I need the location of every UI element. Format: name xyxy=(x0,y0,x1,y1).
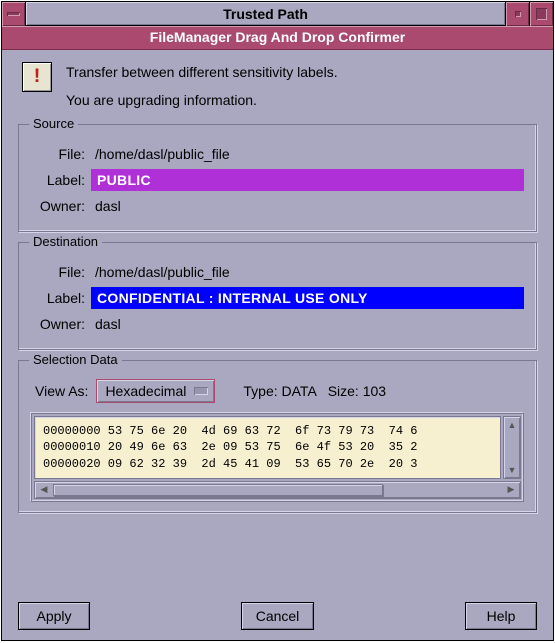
destination-owner-label: Owner: xyxy=(31,316,85,332)
horizontal-scrollbar[interactable]: ◀ ▶ xyxy=(34,481,521,499)
source-owner-label: Owner: xyxy=(31,198,85,214)
scroll-up-arrow-icon[interactable]: ▲ xyxy=(506,419,518,431)
viewas-dropdown[interactable]: Hexadecimal xyxy=(96,379,215,403)
source-sensitivity-label: PUBLIC xyxy=(91,169,524,191)
dialog-content: ! Transfer between different sensitivity… xyxy=(2,50,553,594)
dialog-subtitle: FileManager Drag And Drop Confirmer xyxy=(2,26,553,50)
destination-legend: Destination xyxy=(29,234,102,249)
minimize-button[interactable] xyxy=(505,2,529,26)
destination-label-label: Label: xyxy=(31,290,85,306)
cancel-button[interactable]: Cancel xyxy=(241,602,315,630)
dropdown-indicator-icon xyxy=(194,387,208,395)
destination-file-value: /home/dasl/public_file xyxy=(91,262,524,282)
scroll-right-arrow-icon[interactable]: ▶ xyxy=(504,483,518,497)
window-title: Trusted Path xyxy=(26,2,505,25)
source-file-value: /home/dasl/public_file xyxy=(91,144,524,164)
source-file-label: File: xyxy=(31,146,85,162)
size-value: 103 xyxy=(363,383,386,399)
vertical-scrollbar[interactable]: ▲ ▼ xyxy=(503,416,521,479)
destination-sensitivity-label: CONFIDENTIAL : INTERNAL USE ONLY xyxy=(91,287,524,309)
scroll-left-arrow-icon[interactable]: ◀ xyxy=(37,483,51,497)
source-legend: Source xyxy=(29,116,78,131)
alert-icon: ! xyxy=(22,62,52,92)
button-bar: Apply Cancel Help xyxy=(2,594,553,640)
destination-owner-value: dasl xyxy=(91,314,524,334)
maximize-button[interactable] xyxy=(529,2,553,26)
size-label: Size: xyxy=(328,383,359,399)
destination-file-label: File: xyxy=(31,264,85,280)
viewas-label: View As: xyxy=(35,383,88,399)
source-group: Source File: /home/dasl/public_file Labe… xyxy=(18,124,537,232)
source-owner-value: dasl xyxy=(91,196,524,216)
apply-button[interactable]: Apply xyxy=(18,602,90,630)
help-button[interactable]: Help xyxy=(465,602,537,630)
destination-group: Destination File: /home/dasl/public_file… xyxy=(18,242,537,350)
scroll-thumb[interactable] xyxy=(53,484,383,496)
type-label: Type: xyxy=(243,383,277,399)
dialog-window: Trusted Path FileManager Drag And Drop C… xyxy=(1,1,554,641)
hexdump-container: 00000000 53 75 6e 20 4d 69 63 72 6f 73 7… xyxy=(31,413,524,502)
scroll-down-arrow-icon[interactable]: ▼ xyxy=(506,464,518,476)
hexdump-view[interactable]: 00000000 53 75 6e 20 4d 69 63 72 6f 73 7… xyxy=(34,416,501,479)
window-menu-button[interactable] xyxy=(2,2,26,26)
titlebar: Trusted Path xyxy=(2,2,553,26)
selection-legend: Selection Data xyxy=(29,352,122,367)
type-value: DATA xyxy=(282,383,317,399)
selection-data-group: Selection Data View As: Hexadecimal Type… xyxy=(18,360,537,513)
message-line-2: You are upgrading information. xyxy=(66,91,537,111)
viewas-value: Hexadecimal xyxy=(105,383,186,399)
message-line-1: Transfer between different sensitivity l… xyxy=(66,63,537,83)
source-label-label: Label: xyxy=(31,172,85,188)
